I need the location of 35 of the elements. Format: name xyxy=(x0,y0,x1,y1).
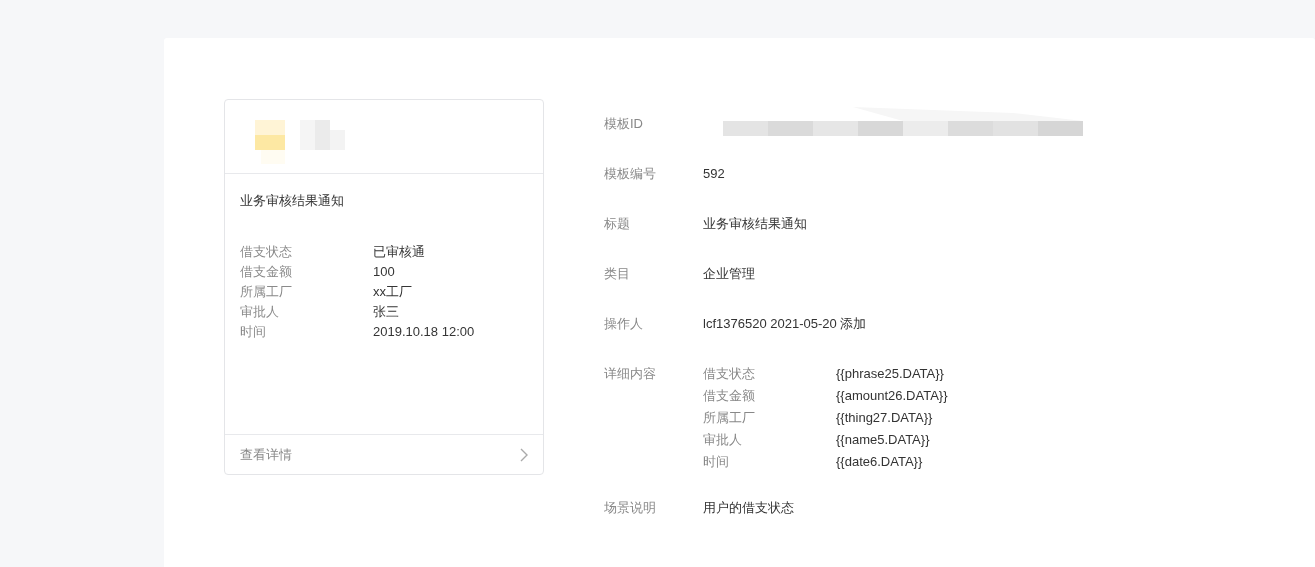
field-value: {{name5.DATA}} xyxy=(836,431,930,449)
field-value: xx工厂 xyxy=(373,283,412,301)
field-value: {{amount26.DATA}} xyxy=(836,387,948,405)
field-label: 借支状态 xyxy=(703,365,756,383)
detail-value: lcf1376520 2021-05-20 添加 xyxy=(703,315,867,333)
field-value: 100 xyxy=(373,263,395,281)
detail-label: 标题 xyxy=(604,215,631,233)
field-value: {{thing27.DATA}} xyxy=(836,409,933,427)
field-label: 借支状态 xyxy=(240,243,293,261)
detail-label: 模板ID xyxy=(604,115,644,133)
field-label: 时间 xyxy=(703,453,730,471)
field-label: 所属工厂 xyxy=(240,283,293,301)
field-label: 借支金额 xyxy=(240,263,293,281)
detail-label: 操作人 xyxy=(604,315,644,333)
field-value: 已审核通 xyxy=(373,243,425,261)
field-label: 所属工厂 xyxy=(703,409,756,427)
chevron-right-icon xyxy=(520,447,528,462)
detail-label: 模板编号 xyxy=(604,165,657,183)
field-value: 张三 xyxy=(373,303,399,321)
detail-label: 类目 xyxy=(604,265,631,283)
detail-value: 592 xyxy=(703,165,725,183)
detail-label: 场景说明 xyxy=(604,499,657,517)
detail-value: 用户的借支状态 xyxy=(703,499,794,517)
field-label: 审批人 xyxy=(703,431,743,449)
field-label: 审批人 xyxy=(240,303,280,321)
field-value: {{date6.DATA}} xyxy=(836,453,923,471)
detail-label: 详细内容 xyxy=(604,365,657,383)
field-label: 借支金额 xyxy=(703,387,756,405)
field-label: 时间 xyxy=(240,323,267,341)
detail-value: 企业管理 xyxy=(703,265,755,283)
view-details-link[interactable]: 查看详情 xyxy=(225,434,543,474)
field-value: {{phrase25.DATA}} xyxy=(836,365,944,383)
field-value: 2019.10.18 12:00 xyxy=(373,323,475,341)
detail-value: 业务审核结果通知 xyxy=(703,215,807,233)
card-title: 业务审核结果通知 xyxy=(240,192,345,210)
